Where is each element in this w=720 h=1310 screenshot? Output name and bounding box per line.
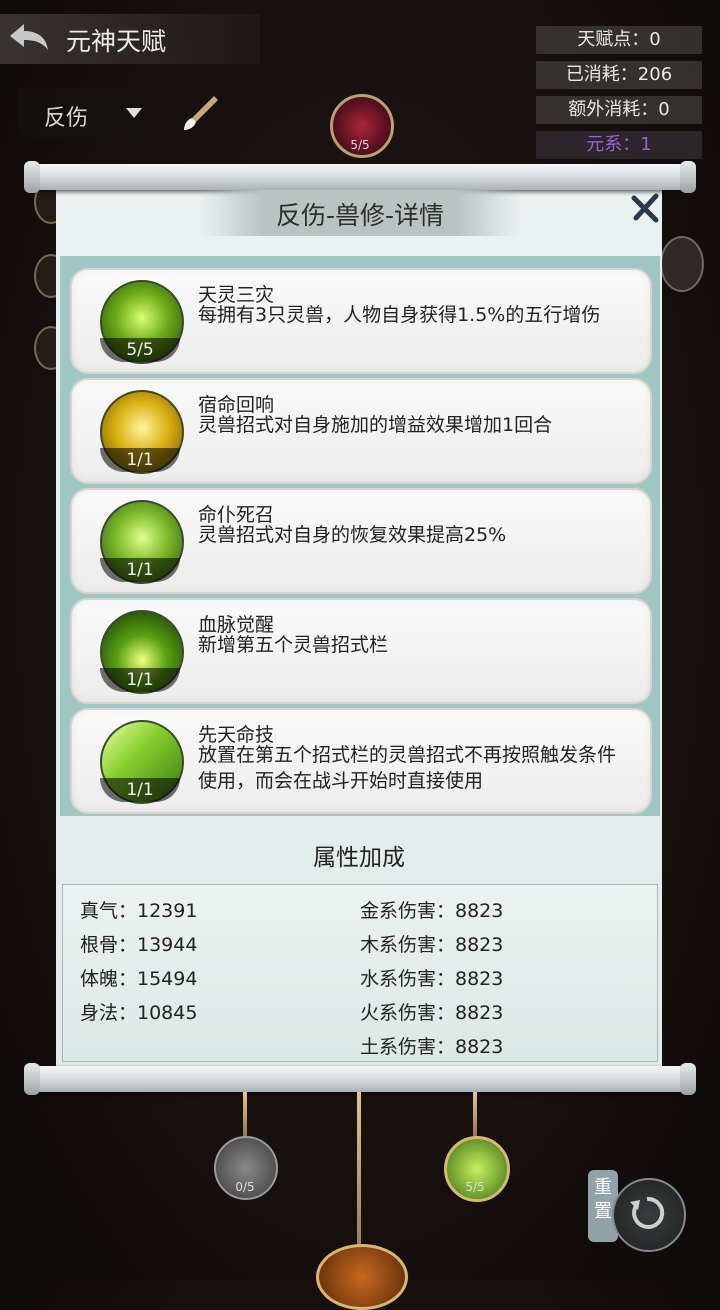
attr-stat: 木系伤害：8823 xyxy=(360,934,504,956)
consumed-stat: 已消耗：206 xyxy=(536,61,702,89)
scroll-rod-top xyxy=(28,164,692,190)
attr-stat: 金系伤害：8823 xyxy=(360,900,504,922)
talent-node-count: 0/5 xyxy=(235,1180,255,1194)
filter-dropdown-label: 反伤 xyxy=(44,106,89,131)
back-arrow-icon[interactable] xyxy=(6,18,52,58)
tree-connector xyxy=(243,1092,247,1142)
skill-level: 1/1 xyxy=(100,668,180,692)
element-stat: 元系：1 xyxy=(536,131,702,159)
attr-stat: 根骨：13944 xyxy=(80,934,198,956)
scroll-rod-bottom xyxy=(28,1066,692,1092)
tree-connector xyxy=(473,1092,477,1142)
brush-icon[interactable] xyxy=(178,90,222,134)
attr-stat: 真气：12391 xyxy=(80,900,198,922)
chevron-down-icon xyxy=(126,108,142,118)
talent-node-bottom[interactable] xyxy=(316,1244,408,1310)
attr-stat: 水系伤害：8823 xyxy=(360,968,504,990)
reset-icon xyxy=(630,1196,665,1229)
talent-node-top-count: 5/5 xyxy=(350,138,370,152)
skill-desc: 放置在第五个招式栏的灵兽招式不再按照触发条件使用，而会在战斗开始时直接使用 xyxy=(198,744,617,792)
skill-desc: 新增第五个灵兽招式栏 xyxy=(198,634,389,656)
skill-desc: 每拥有3只灵兽，人物自身获得1.5%的五行增伤 xyxy=(198,304,601,326)
scroll-rod-end xyxy=(24,161,40,193)
talent-node-count: 5/5 xyxy=(465,1180,485,1194)
attr-stat: 土系伤害：8823 xyxy=(360,1036,504,1058)
skill-level: 1/1 xyxy=(100,558,180,582)
scroll-rod-end xyxy=(24,1063,40,1095)
skill-level: 5/5 xyxy=(100,338,180,362)
skill-level: 1/1 xyxy=(100,448,180,472)
page-title: 元神天赋 xyxy=(66,27,167,56)
skill-desc: 灵兽招式对自身施加的增益效果增加1回合 xyxy=(198,414,553,436)
search-icon[interactable] xyxy=(660,236,704,292)
close-icon[interactable] xyxy=(630,192,662,224)
skill-desc: 灵兽招式对自身的恢复效果提高25% xyxy=(198,524,507,546)
scroll-rod-end xyxy=(680,1063,696,1095)
scroll-rod-end xyxy=(680,161,696,193)
dialog-title: 反伤-兽修-详情 xyxy=(275,201,445,230)
talent-points-stat: 天赋点：0 xyxy=(536,26,702,54)
attr-stat: 身法：10845 xyxy=(80,1002,198,1024)
attribute-bonus-title: 属性加成 xyxy=(313,845,405,871)
skill-level: 1/1 xyxy=(100,778,180,802)
extra-consumed-stat: 额外消耗：0 xyxy=(536,96,702,124)
attr-stat: 火系伤害：8823 xyxy=(360,1002,504,1024)
attr-stat: 体魄：15494 xyxy=(80,968,198,990)
